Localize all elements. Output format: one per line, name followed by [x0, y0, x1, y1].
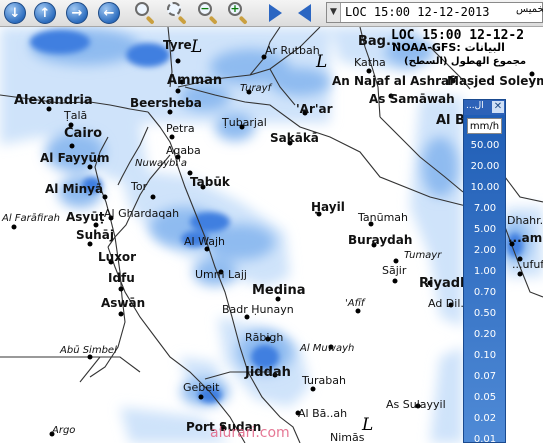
city-arar: 'Ar'ar [296, 102, 333, 116]
city-katha: Katha [354, 56, 386, 69]
legend-value: 0.02 [473, 413, 497, 424]
legend-value: 1.00 [473, 266, 497, 277]
city-aswan: Aswān [101, 296, 146, 310]
city-buraydah: Buraydah [348, 233, 413, 247]
legend-header: ...ال ✕ [464, 100, 505, 115]
city-hufuf: ...ufuf [512, 258, 543, 271]
chevron-down-icon[interactable]: ▼ [327, 3, 341, 22]
zoom-fit-icon[interactable] [165, 1, 189, 25]
legend-value: 0.10 [473, 350, 497, 361]
city-tumayr: Tumayr [404, 250, 442, 261]
low-pressure-marker: L [191, 37, 203, 57]
city-hayil: Ḥayil [311, 200, 345, 214]
city-al-baha: Al Bā..ah [298, 407, 348, 420]
city-as-sulayyil: As Sulayyil [386, 398, 446, 411]
city-dhahran: Dhahr... [507, 214, 543, 227]
legend-value: 10.00 [470, 182, 500, 193]
legend-value: 20.00 [470, 161, 500, 172]
day-label: الخميس [516, 4, 543, 15]
legend-title: ...ال [466, 101, 484, 111]
city-al-ghardaqah: Al Ghardaqah [104, 207, 180, 220]
city-petra: Petra [166, 122, 195, 135]
play-forward-icon[interactable] [266, 3, 284, 23]
city-tubarjal: Ṭubarjal [222, 116, 267, 129]
city-luxor: Luxor [98, 250, 137, 264]
legend-value: 0.01 [473, 434, 497, 443]
city-masjed-soleyman: Masjed Soleym... [447, 74, 543, 88]
zoom-icon[interactable] [133, 1, 157, 25]
zoom-out-icon[interactable]: − [196, 1, 220, 25]
city-al-farafirah: Al Farāfirah [2, 213, 60, 224]
city-suhaj: Suhāj [76, 228, 114, 242]
date-text: LOC 15:00 12-12-2013 [345, 5, 490, 19]
product-label: مجموع الهطول (السطح) [404, 56, 527, 67]
city-argo: Argo [52, 425, 76, 436]
city-ar-rutbah: Ar Rutbah [265, 44, 320, 57]
model-label: NOAA-GFS: البيانات [392, 41, 505, 54]
city-umm-lajj: Umm Lajj [195, 268, 247, 281]
legend-value: 0.07 [473, 371, 497, 382]
city-beersheba: Beersheba [130, 96, 202, 110]
city-nuwaybia: Nuwaybi'a [135, 158, 188, 169]
city-al-muwayh: Al Muwayh [300, 343, 355, 354]
low-pressure-marker: L [362, 415, 374, 435]
city-tor: Tor [131, 180, 148, 193]
city-alexandria: Alexandria [14, 93, 93, 108]
city-amman: Amman [167, 73, 223, 88]
city-riyadh: Riyadh [419, 276, 470, 291]
arrow-right-icon[interactable]: → [66, 2, 88, 24]
low-pressure-marker: L [316, 52, 328, 72]
arrow-left-icon[interactable]: ← [98, 2, 120, 24]
watermark: alurari.com [210, 425, 290, 441]
zoom-in-icon[interactable]: + [226, 1, 250, 25]
city-sajir: Sājir [382, 264, 407, 277]
city-aqaba: Aqaba [166, 144, 201, 157]
city-tyre: Tyre [163, 38, 192, 52]
city-turayf: Turayf [240, 83, 272, 94]
city-tala: Ṭalā [64, 109, 88, 122]
legend-unit: mm/h [467, 118, 502, 134]
city-badr-hunayn: Badr Ḥunayn [222, 303, 294, 316]
city-gebeit: Gebeit [183, 381, 220, 394]
city-jiddah: Jiddah [245, 365, 291, 380]
date-selector[interactable]: ▼ LOC 15:00 12-12-2013 [326, 2, 543, 23]
legend-value: 0.20 [473, 329, 497, 340]
legend-value: 2.00 [473, 245, 497, 256]
city-cairo: Cairo [64, 126, 103, 141]
city-rabigh: Rābigh [245, 331, 284, 344]
city-sakaka: Sakākā [270, 131, 319, 145]
arrow-up-icon[interactable]: ↑ [34, 2, 56, 24]
close-icon[interactable]: ✕ [492, 101, 504, 113]
city-al-wajh: Al Wajh [184, 235, 226, 248]
city-an-najaf: An Najaf al Ashraf [332, 74, 455, 88]
city-asyut: Asyūṭ [66, 210, 105, 224]
city-abu-simbel: Abū Simbel [60, 345, 117, 356]
city-tanumah: Tanūmah [358, 211, 409, 224]
precip-legend: ...ال ✕ mm/h 50.00 20.00 10.00 7.00 5.00 2.00… [463, 99, 506, 443]
city-al-minya: Al Minyā [45, 182, 104, 196]
legend-value: 0.50 [473, 308, 497, 319]
city-al-fayyum: Al Fayyūm [40, 151, 110, 165]
city-nimas: Nimās [330, 431, 365, 443]
toolbar: ↓ ↑ → ← − + ▼ LOC 15:00 12-12-2013 الخمي… [0, 0, 543, 27]
city-turabah: Turabah [302, 374, 346, 387]
city-afif: 'Afīf [345, 298, 365, 309]
weather-map[interactable]: Tyre Amman Alexandria Ṭalā Beersheba Cai… [0, 27, 543, 443]
legend-value: 5.00 [473, 224, 497, 235]
legend-value: 0.05 [473, 392, 497, 403]
legend-value: 7.00 [473, 203, 497, 214]
legend-value: 0.70 [473, 287, 497, 298]
legend-value: 50.00 [470, 140, 500, 151]
play-back-icon[interactable] [296, 3, 314, 23]
city-medina: Medina [252, 283, 306, 298]
city-as-samawah: As Samāwah [369, 92, 455, 106]
arrow-down-icon[interactable]: ↓ [4, 2, 26, 24]
city-dammam: ...amm [508, 231, 543, 245]
city-tabuk: Tabūk [190, 175, 230, 189]
city-idfu: Idfu [108, 271, 135, 285]
